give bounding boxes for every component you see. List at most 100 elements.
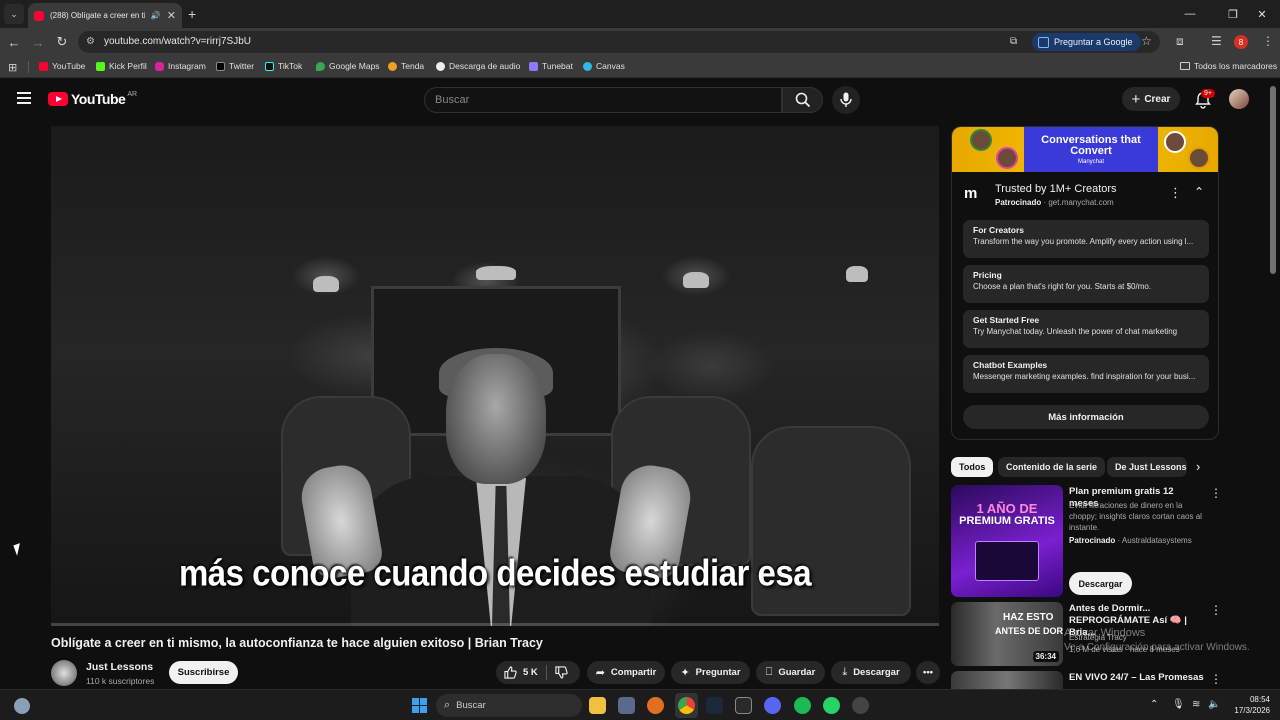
forward-button[interactable]: → bbox=[29, 33, 47, 51]
system-clock[interactable]: 08:54 17/3/2026 bbox=[1226, 694, 1270, 716]
youtube-favicon-icon bbox=[34, 10, 44, 21]
microphone-icon[interactable]: 🎙 bbox=[1172, 699, 1185, 710]
download-button[interactable]: ⤓ Descargar bbox=[831, 661, 911, 684]
windows-start-icon[interactable] bbox=[412, 698, 427, 713]
bookmark-star-icon[interactable]: ☆ bbox=[1141, 34, 1152, 48]
volume-icon[interactable]: 🔈 bbox=[1208, 699, 1220, 710]
reading-list-icon[interactable]: ☰ bbox=[1211, 34, 1222, 48]
chip-all[interactable]: Todos bbox=[951, 457, 994, 477]
taskbar-search[interactable]: ⌕ Buscar bbox=[436, 694, 582, 717]
ad-sitelink[interactable]: Get Started Free Try Manychat today. Unl… bbox=[963, 310, 1209, 348]
chevron-up-icon[interactable]: ⌃ bbox=[1150, 699, 1158, 710]
user-avatar[interactable] bbox=[1229, 89, 1249, 109]
bookmark-twitter[interactable]: Twitter bbox=[216, 61, 254, 71]
page-scrollbar[interactable] bbox=[1270, 86, 1276, 274]
extensions-icon[interactable]: ⧈ bbox=[1176, 34, 1184, 49]
voice-search-button[interactable] bbox=[832, 86, 860, 114]
ad-sitelink[interactable]: For Creators Transform the way you promo… bbox=[963, 220, 1209, 258]
ad-sitelink[interactable]: Chatbot Examples Messenger marketing exa… bbox=[963, 355, 1209, 393]
profile-avatar[interactable]: 8 bbox=[1234, 35, 1248, 49]
like-button[interactable]: 5 K bbox=[504, 666, 538, 679]
browser-menu-icon[interactable]: ⋮ bbox=[1262, 34, 1274, 48]
settings-gear-icon[interactable] bbox=[852, 697, 869, 714]
thumb-screen-graphic bbox=[975, 541, 1039, 581]
channel-name[interactable]: Just Lessons bbox=[86, 661, 153, 673]
chip-series[interactable]: Contenido de la serie bbox=[998, 457, 1106, 477]
bookmark-youtube[interactable]: YouTube bbox=[39, 61, 85, 71]
brave-browser-icon[interactable] bbox=[647, 697, 664, 714]
rec-thumbnail[interactable]: 1 AÑO DE PREMIUM GRATIS bbox=[951, 485, 1063, 597]
close-window-button[interactable]: ✕ bbox=[1244, 0, 1280, 28]
lamp bbox=[846, 266, 868, 282]
wifi-icon[interactable]: ≋ bbox=[1192, 699, 1200, 710]
apps-grid-icon[interactable]: ⊞ bbox=[8, 61, 17, 74]
youtube-logo[interactable]: YouTube AR bbox=[48, 91, 137, 107]
steam-icon[interactable] bbox=[706, 697, 723, 714]
all-bookmarks-button[interactable]: Todos los marcadores bbox=[1180, 61, 1277, 71]
bookmark-kick[interactable]: Kick Perfil bbox=[96, 61, 147, 71]
manychat-logo-icon[interactable]: m bbox=[964, 185, 986, 202]
install-app-icon[interactable]: ⧉ bbox=[1010, 36, 1017, 47]
search-input[interactable] bbox=[425, 88, 781, 112]
bookmark-tunebat[interactable]: Tunebat bbox=[529, 61, 573, 71]
ad-sitelink[interactable]: Pricing Choose a plan that's right for y… bbox=[963, 265, 1209, 303]
bookmark-google-maps[interactable]: Google Maps bbox=[316, 61, 380, 71]
create-button[interactable]: + Crear bbox=[1122, 87, 1180, 111]
chevron-up-icon[interactable]: ⌄ bbox=[1194, 184, 1204, 198]
rec-download-button[interactable]: Descargar bbox=[1069, 572, 1132, 595]
bookmark-label: Instagram bbox=[168, 61, 206, 71]
discord-icon[interactable] bbox=[764, 697, 781, 714]
bookmark-audio-download[interactable]: Descarga de audio bbox=[436, 61, 520, 71]
new-tab-button[interactable]: + bbox=[188, 6, 196, 22]
rec-menu-icon[interactable]: ⋮ bbox=[1210, 486, 1222, 500]
share-label: Compartir bbox=[610, 667, 657, 678]
address-bar[interactable]: ⚙ youtube.com/watch?v=rirrj7SJbU ⧉ Pregu… bbox=[78, 31, 1160, 53]
subscribe-button[interactable]: Suscribirse bbox=[169, 661, 238, 684]
close-tab-icon[interactable]: ✕ bbox=[167, 9, 176, 22]
bookmark-canvas[interactable]: Canvas bbox=[583, 61, 625, 71]
save-button[interactable]: ⎕ Guardar bbox=[756, 661, 825, 684]
rec-sponsored-label: Patrocinado bbox=[1069, 536, 1116, 545]
browser-tab-active[interactable]: (288) Oblígate a creer en ti 🔊 ✕ bbox=[28, 3, 182, 28]
channel-avatar[interactable] bbox=[51, 660, 77, 686]
url-text: youtube.com/watch?v=rirrj7SJbU bbox=[104, 36, 252, 47]
ad-title[interactable]: Trusted by 1M+ Creators bbox=[995, 183, 1117, 195]
bookmark-tiktok[interactable]: TikTok bbox=[265, 61, 302, 71]
rec-menu-icon[interactable]: ⋮ bbox=[1210, 603, 1222, 617]
video-player[interactable]: más conoce cuando decides estudiar esa bbox=[51, 126, 939, 626]
audio-playing-icon[interactable]: 🔊 bbox=[151, 11, 161, 20]
tab-search-button[interactable]: ⌄ bbox=[4, 4, 24, 24]
epic-games-icon[interactable] bbox=[735, 697, 752, 714]
whatsapp-icon[interactable] bbox=[823, 697, 840, 714]
rec-thumbnail[interactable] bbox=[951, 671, 1063, 689]
site-info-icon[interactable]: ⚙ bbox=[86, 36, 95, 47]
spotify-icon[interactable] bbox=[794, 697, 811, 714]
chrome-icon[interactable] bbox=[678, 697, 695, 714]
ad-learn-more-button[interactable]: Más información bbox=[963, 405, 1209, 429]
search-button[interactable] bbox=[782, 87, 823, 113]
menu-hamburger-icon[interactable] bbox=[17, 92, 31, 104]
chip-from-channel[interactable]: De Just Lessons bbox=[1107, 457, 1187, 477]
back-button[interactable]: ← bbox=[5, 33, 23, 51]
reload-button[interactable]: ↻ bbox=[53, 33, 71, 51]
rec-title[interactable]: EN VIVO 24/7 – Las Promesas bbox=[1069, 672, 1204, 686]
rec-menu-icon[interactable]: ⋮ bbox=[1210, 672, 1222, 686]
bookmark-tenda[interactable]: Tenda bbox=[388, 61, 424, 71]
ad-banner-image[interactable]: Conversations that Convert Manychat bbox=[952, 127, 1218, 172]
ask-google-button[interactable]: Preguntar a Google bbox=[1032, 33, 1141, 51]
microsoft-store-icon[interactable] bbox=[618, 697, 635, 714]
ad-options-icon[interactable]: ⋮ bbox=[1169, 185, 1182, 201]
search-field[interactable] bbox=[424, 87, 782, 113]
chevron-right-icon[interactable]: › bbox=[1196, 459, 1200, 474]
dislike-button[interactable] bbox=[555, 666, 568, 684]
rec-thumbnail[interactable]: HAZ ESTO ANTES DE DORMIR 36:34 bbox=[951, 602, 1063, 666]
share-button[interactable]: ➦ Compartir bbox=[587, 661, 665, 684]
minimize-window-button[interactable]: — bbox=[1172, 0, 1208, 28]
more-actions-button[interactable]: ••• bbox=[916, 661, 940, 684]
ask-button[interactable]: ✦ Preguntar bbox=[671, 661, 750, 684]
clock-time: 08:54 bbox=[1249, 695, 1270, 704]
video-progress-bar[interactable] bbox=[51, 623, 939, 626]
weather-widget-icon[interactable] bbox=[14, 698, 30, 714]
file-explorer-icon[interactable] bbox=[589, 697, 606, 714]
bookmark-instagram[interactable]: Instagram bbox=[155, 61, 206, 71]
